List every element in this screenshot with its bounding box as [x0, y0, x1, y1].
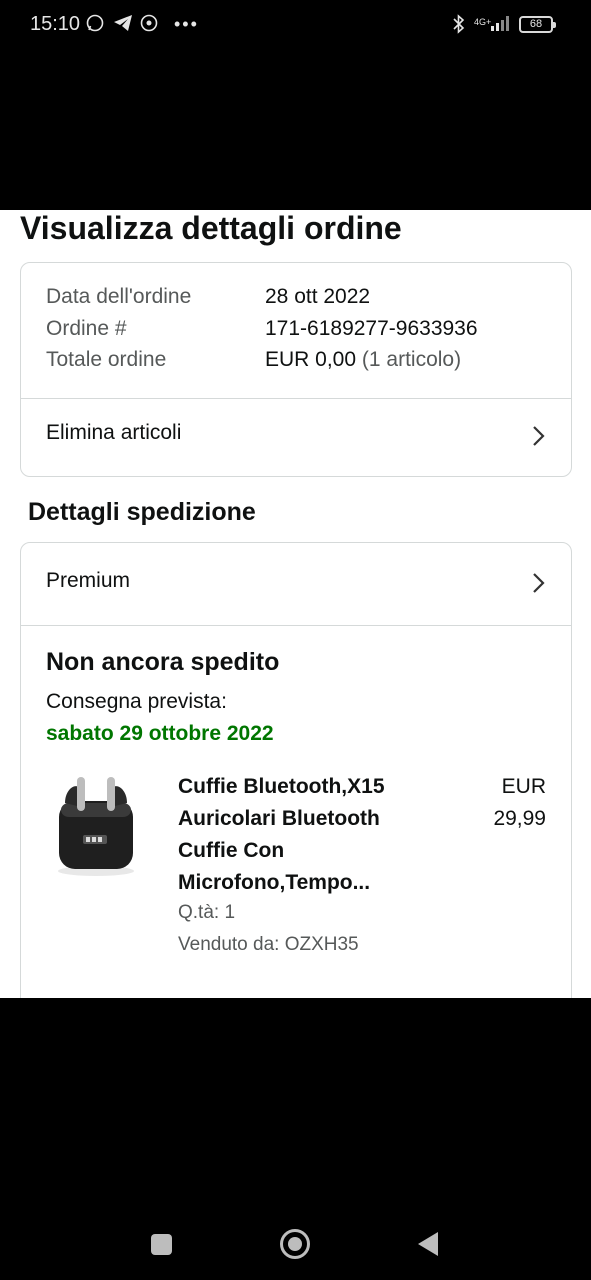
- network-type-icon: 4G+: [474, 17, 492, 27]
- product-price-amount: 29,99: [493, 807, 546, 830]
- remove-items-label: Elimina articoli: [46, 421, 182, 444]
- delivery-estimate-date: sabato 29 ottobre 2022: [46, 722, 274, 745]
- telegram-icon: [113, 14, 133, 36]
- order-total-label: Totale ordine: [46, 348, 167, 371]
- shipping-card: Premium Non ancora spedito Consegna prev…: [20, 542, 572, 998]
- order-total-items: (1 articolo): [361, 348, 462, 371]
- order-summary-card: Data dell'ordine 28 ott 2022 Ordine # 17…: [20, 262, 572, 477]
- delivery-estimate-label: Consegna prevista:: [46, 690, 227, 713]
- order-total-value: EUR 0,00 (1 articolo): [265, 348, 461, 372]
- product-price-currency: EUR: [501, 775, 546, 798]
- order-date-label: Data dell'ordine: [46, 285, 192, 308]
- status-time: 15:10: [30, 13, 81, 35]
- product-seller: Venduto da: OZXH35: [178, 934, 359, 955]
- shipping-method-label: Premium: [46, 569, 131, 592]
- shipping-section-title: Dettagli spedizione: [28, 498, 256, 526]
- chevron-right-icon: [533, 573, 545, 593]
- status-bar: 15:10 ••• 4G+ 68: [0, 0, 591, 50]
- recent-apps-button[interactable]: [151, 1234, 172, 1255]
- signal-icon: [490, 14, 512, 36]
- order-details-page: Visualizza dettagli ordine Data dell'ord…: [0, 210, 591, 998]
- home-button[interactable]: [280, 1229, 310, 1259]
- battery-icon: 68: [519, 16, 556, 33]
- divider: [21, 625, 571, 626]
- shipping-method-row[interactable]: Premium: [21, 543, 571, 625]
- page-title: Visualizza dettagli ordine: [20, 210, 402, 246]
- product-quantity: Q.tà: 1: [178, 902, 236, 923]
- remove-items-row[interactable]: Elimina articoli: [21, 399, 571, 475]
- order-date-value: 28 ott 2022: [265, 285, 371, 308]
- shipping-status: Non ancora spedito: [46, 648, 280, 676]
- back-button[interactable]: [418, 1232, 438, 1256]
- more-notifications-icon: •••: [174, 14, 199, 34]
- chevron-right-icon: [533, 426, 545, 446]
- bluetooth-icon: [452, 14, 466, 38]
- order-total-amount: EUR 0,00: [265, 348, 357, 371]
- product-image[interactable]: [51, 773, 141, 878]
- notification-app-icon: [140, 14, 158, 36]
- order-number-label: Ordine #: [46, 317, 127, 340]
- order-number-value: 171-6189277-9633936: [265, 317, 478, 340]
- whatsapp-icon: [86, 14, 104, 36]
- product-price: EUR 29,99: [461, 771, 546, 835]
- product-title-link[interactable]: Cuffie Bluetooth,X15 Auricolari Bluetoot…: [178, 771, 428, 899]
